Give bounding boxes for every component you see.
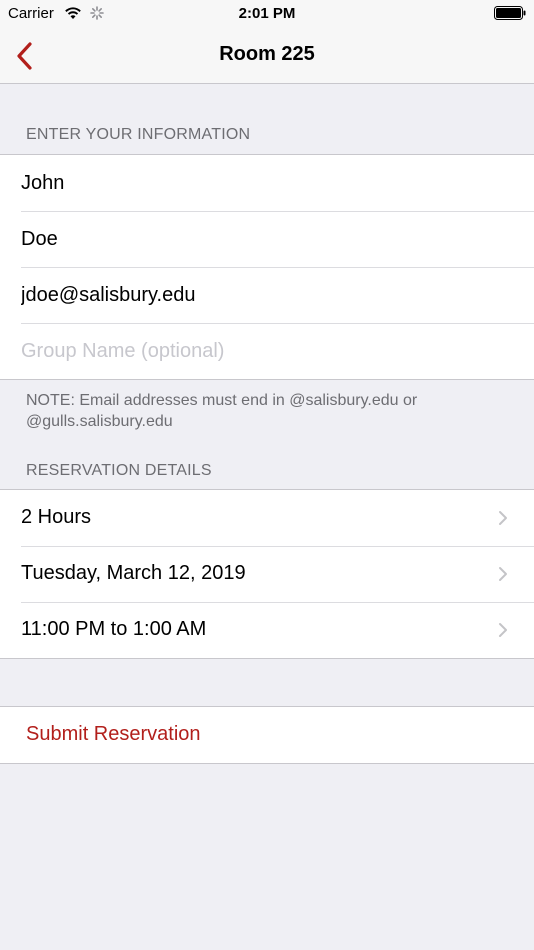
status-time: 2:01 PM	[238, 5, 296, 22]
time-range-row[interactable]: 11:00 PM to 1:00 AM	[0, 602, 534, 658]
email-note: NOTE: Email addresses must end in @salis…	[26, 392, 418, 430]
page-title: Room 225	[219, 43, 315, 65]
email-row	[0, 267, 534, 323]
submit-reservation-button[interactable]: Submit Reservation	[0, 706, 534, 764]
first-name-row	[0, 155, 534, 211]
navigation-bar: Room 225	[0, 28, 534, 84]
email-field[interactable]	[21, 267, 511, 323]
group-name-field[interactable]	[21, 323, 511, 379]
duration-row[interactable]: 2 Hours	[0, 490, 534, 546]
group-name-row	[0, 323, 534, 379]
last-name-row	[0, 211, 534, 267]
time-range-label: 11:00 PM to 1:00 AM	[21, 618, 207, 640]
date-row[interactable]: Tuesday, March 12, 2019	[0, 546, 534, 602]
first-name-field[interactable]	[21, 155, 511, 211]
battery-icon	[494, 6, 526, 20]
submit-reservation-label: Submit Reservation	[26, 723, 201, 745]
chevron-right-icon	[499, 623, 507, 637]
duration-label: 2 Hours	[21, 506, 92, 528]
chevron-right-icon	[499, 511, 507, 525]
reservation-details-group: 2 Hours Tuesday, March 12, 2019 11:00 PM…	[0, 489, 534, 659]
chevron-right-icon	[499, 567, 507, 581]
reservation-section-header: RESERVATION DETAILS	[26, 462, 212, 479]
info-section-header: ENTER YOUR INFORMATION	[26, 126, 251, 143]
date-label: Tuesday, March 12, 2019	[21, 562, 246, 584]
status-bar: Carrier 2:01 PM	[0, 0, 534, 28]
last-name-field[interactable]	[21, 211, 511, 267]
info-form-group	[0, 154, 534, 380]
